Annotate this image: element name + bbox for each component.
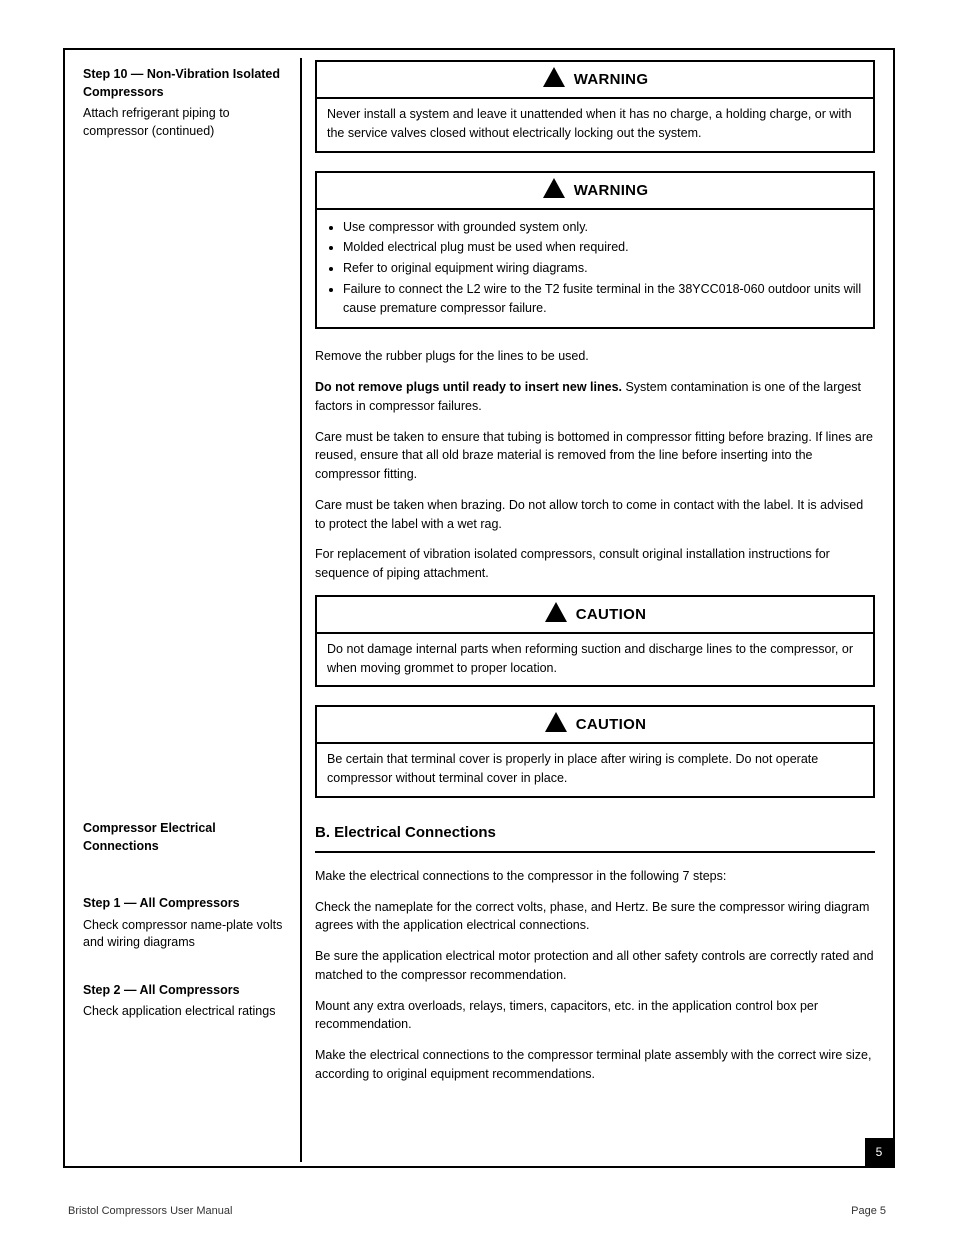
warning-triangle-icon xyxy=(542,177,566,204)
caution-box-3: CAUTION Do not damage internal parts whe… xyxy=(315,595,875,688)
section-b-intro: Make the electrical connections to the c… xyxy=(315,867,875,886)
warning-2-body: Use compressor with grounded system only… xyxy=(317,210,873,328)
caution-3-body: Do not damage internal parts when reform… xyxy=(317,634,873,686)
caution-box-4: CAUTION Be certain that terminal cover i… xyxy=(315,705,875,798)
section-b-title: B. Electrical Connections xyxy=(315,824,875,841)
body-p3: Care must be taken to ensure that tubing… xyxy=(315,428,875,484)
warning-triangle-icon xyxy=(544,711,568,738)
body-b2c: Make the electrical connections to the c… xyxy=(315,1046,875,1084)
footer-left: Bristol Compressors User Manual xyxy=(68,1205,232,1217)
body-b2b: Mount any extra overloads, relays, timer… xyxy=(315,997,875,1035)
warning-1-title: WARNING xyxy=(574,71,649,88)
body-b2: Be sure the application electrical motor… xyxy=(315,947,875,985)
body-p4: Care must be taken when brazing. Do not … xyxy=(315,496,875,534)
body-p2: Do not remove plugs until ready to inser… xyxy=(315,378,875,416)
page-number-tab: 5 xyxy=(865,1138,893,1166)
body-b1: Check the nameplate for the correct volt… xyxy=(315,898,875,936)
left-section-b-header: Compressor Electrical Connections xyxy=(83,820,286,855)
warning-2-item: Failure to connect the L2 wire to the T2… xyxy=(343,280,863,318)
warning-box-1: WARNING Never install a system and leave… xyxy=(315,60,875,153)
warning-triangle-icon xyxy=(544,601,568,628)
left-step-header: Step 10 — Non-Vibration Isolated Compres… xyxy=(83,66,286,101)
left-b1-action: Check compressor name-plate volts and wi… xyxy=(83,917,286,952)
left-b1-group: Step 1 — All Compressors xyxy=(83,895,286,913)
body-p1: Remove the rubber plugs for the lines to… xyxy=(315,347,875,366)
warning-box-2: WARNING Use compressor with grounded sys… xyxy=(315,171,875,330)
left-step-sub: Attach refrigerant piping to compressor … xyxy=(83,105,286,140)
body-p5: For replacement of vibration isolated co… xyxy=(315,545,875,583)
left-b2-action: Check application electrical ratings xyxy=(83,1003,286,1021)
warning-2-item: Molded electrical plug must be used when… xyxy=(343,238,863,257)
warning-2-item: Use compressor with grounded system only… xyxy=(343,218,863,237)
warning-2-title: WARNING xyxy=(574,182,649,199)
warning-1-body: Never install a system and leave it unat… xyxy=(317,99,873,151)
caution-3-title: CAUTION xyxy=(576,606,646,623)
footer-right: Page 5 xyxy=(851,1205,886,1217)
caution-4-body: Be certain that terminal cover is proper… xyxy=(317,744,873,796)
column-divider xyxy=(300,58,302,1162)
caution-4-title: CAUTION xyxy=(576,716,646,733)
warning-triangle-icon xyxy=(542,66,566,93)
left-b2-group: Step 2 — All Compressors xyxy=(83,982,286,1000)
section-rule xyxy=(315,851,875,853)
warning-2-item: Refer to original equipment wiring diagr… xyxy=(343,259,863,278)
